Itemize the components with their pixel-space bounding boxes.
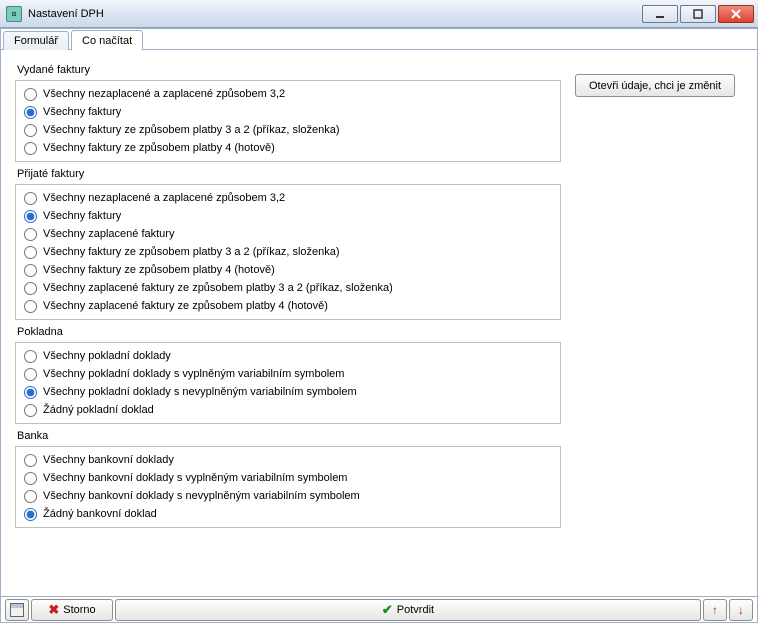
option-label: Všechny zaplacené faktury ze způsobem pl… bbox=[43, 300, 328, 312]
window-title: Nastavení DPH bbox=[28, 8, 104, 20]
option-banka-1[interactable]: Všechny bankovní doklady s vyplněným var… bbox=[16, 469, 560, 487]
radio-vydane-1[interactable] bbox=[24, 106, 37, 119]
option-vydane-3[interactable]: Všechny faktury ze způsobem platby 4 (ho… bbox=[16, 139, 560, 157]
option-prijate-0[interactable]: Všechny nezaplacené a zaplacené způsobem… bbox=[16, 189, 560, 207]
arrow-down-icon: ↓ bbox=[738, 603, 744, 617]
option-label: Všechny faktury ze způsobem platby 3 a 2… bbox=[43, 124, 340, 136]
tabstrip: Formulář Co načítat bbox=[1, 29, 757, 50]
minimize-button[interactable] bbox=[642, 5, 678, 23]
bottombar: ✖ Storno ✔ Potvrdit ↑ ↓ bbox=[1, 596, 757, 622]
option-label: Žádný pokladní doklad bbox=[43, 404, 154, 416]
tab-co-nacitat[interactable]: Co načítat bbox=[71, 30, 143, 50]
option-prijate-4[interactable]: Všechny faktury ze způsobem platby 4 (ho… bbox=[16, 261, 560, 279]
option-label: Všechny nezaplacené a zaplacené způsobem… bbox=[43, 88, 285, 100]
option-banka-3[interactable]: Žádný bankovní doklad bbox=[16, 505, 560, 523]
tab-formular[interactable]: Formulář bbox=[3, 31, 69, 50]
arrow-up-icon: ↑ bbox=[712, 603, 718, 617]
confirm-button[interactable]: ✔ Potvrdit bbox=[115, 599, 701, 621]
radio-pokladna-3[interactable] bbox=[24, 404, 37, 417]
option-label: Všechny faktury bbox=[43, 210, 121, 222]
x-icon: ✖ bbox=[48, 602, 59, 618]
option-label: Všechny faktury ze způsobem platby 4 (ho… bbox=[43, 142, 275, 154]
page-content: Otevři údaje, chci je změnit Vydané fakt… bbox=[1, 50, 757, 596]
group-label-pokladna: Pokladna bbox=[17, 326, 561, 338]
radio-banka-0[interactable] bbox=[24, 454, 37, 467]
option-prijate-3[interactable]: Všechny faktury ze způsobem platby 3 a 2… bbox=[16, 243, 560, 261]
radio-prijate-4[interactable] bbox=[24, 264, 37, 277]
group-box-prijate: Všechny nezaplacené a zaplacené způsobem… bbox=[15, 184, 561, 320]
radio-prijate-1[interactable] bbox=[24, 210, 37, 223]
app-icon: ¤ bbox=[6, 6, 22, 22]
option-prijate-2[interactable]: Všechny zaplacené faktury bbox=[16, 225, 560, 243]
option-prijate-1[interactable]: Všechny faktury bbox=[16, 207, 560, 225]
radio-banka-3[interactable] bbox=[24, 508, 37, 521]
option-label: Všechny bankovní doklady s vyplněným var… bbox=[43, 472, 347, 484]
option-pokladna-2[interactable]: Všechny pokladní doklady s nevyplněným v… bbox=[16, 383, 560, 401]
option-vydane-0[interactable]: Všechny nezaplacené a zaplacené způsobem… bbox=[16, 85, 560, 103]
group-box-banka: Všechny bankovní doklady Všechny bankovní… bbox=[15, 446, 561, 528]
option-pokladna-3[interactable]: Žádný pokladní doklad bbox=[16, 401, 560, 419]
calculator-button[interactable] bbox=[5, 599, 29, 621]
radio-pokladna-0[interactable] bbox=[24, 350, 37, 363]
calculator-icon bbox=[10, 603, 24, 617]
option-label: Žádný bankovní doklad bbox=[43, 508, 157, 520]
storno-button[interactable]: ✖ Storno bbox=[31, 599, 113, 621]
radio-banka-1[interactable] bbox=[24, 472, 37, 485]
option-vydane-1[interactable]: Všechny faktury bbox=[16, 103, 560, 121]
radio-prijate-3[interactable] bbox=[24, 246, 37, 259]
option-label: Všechny bankovní doklady bbox=[43, 454, 174, 466]
storno-label: Storno bbox=[63, 604, 95, 616]
group-label-vydane: Vydané faktury bbox=[17, 64, 561, 76]
group-box-vydane: Všechny nezaplacené a zaplacené způsobem… bbox=[15, 80, 561, 162]
radio-prijate-6[interactable] bbox=[24, 300, 37, 313]
group-label-banka: Banka bbox=[17, 430, 561, 442]
option-label: Všechny nezaplacené a zaplacené způsobem… bbox=[43, 192, 285, 204]
option-label: Všechny faktury bbox=[43, 106, 121, 118]
option-label: Všechny zaplacené faktury ze způsobem pl… bbox=[43, 282, 393, 294]
group-box-pokladna: Všechny pokladní doklady Všechny pokladní… bbox=[15, 342, 561, 424]
radio-prijate-0[interactable] bbox=[24, 192, 37, 205]
close-button[interactable] bbox=[718, 5, 754, 23]
option-label: Všechny bankovní doklady s nevyplněným v… bbox=[43, 490, 360, 502]
confirm-label: Potvrdit bbox=[397, 604, 434, 616]
option-banka-0[interactable]: Všechny bankovní doklady bbox=[16, 451, 560, 469]
radio-prijate-2[interactable] bbox=[24, 228, 37, 241]
option-label: Všechny zaplacené faktury bbox=[43, 228, 174, 240]
option-label: Všechny faktury ze způsobem platby 3 a 2… bbox=[43, 246, 340, 258]
option-pokladna-0[interactable]: Všechny pokladní doklady bbox=[16, 347, 560, 365]
option-banka-2[interactable]: Všechny bankovní doklady s nevyplněným v… bbox=[16, 487, 560, 505]
radio-vydane-0[interactable] bbox=[24, 88, 37, 101]
radio-pokladna-1[interactable] bbox=[24, 368, 37, 381]
option-label: Všechny pokladní doklady s vyplněným var… bbox=[43, 368, 344, 380]
option-label: Všechny pokladní doklady bbox=[43, 350, 171, 362]
move-down-button[interactable]: ↓ bbox=[729, 599, 753, 621]
radio-pokladna-2[interactable] bbox=[24, 386, 37, 399]
titlebar: ¤ Nastavení DPH bbox=[0, 0, 758, 28]
radio-prijate-5[interactable] bbox=[24, 282, 37, 295]
maximize-button[interactable] bbox=[680, 5, 716, 23]
option-vydane-2[interactable]: Všechny faktury ze způsobem platby 3 a 2… bbox=[16, 121, 560, 139]
radio-vydane-3[interactable] bbox=[24, 142, 37, 155]
radio-banka-2[interactable] bbox=[24, 490, 37, 503]
option-pokladna-1[interactable]: Všechny pokladní doklady s vyplněným var… bbox=[16, 365, 560, 383]
option-prijate-5[interactable]: Všechny zaplacené faktury ze způsobem pl… bbox=[16, 279, 560, 297]
check-icon: ✔ bbox=[382, 602, 393, 618]
radio-vydane-2[interactable] bbox=[24, 124, 37, 137]
open-to-edit-button[interactable]: Otevři údaje, chci je změnit bbox=[575, 74, 735, 97]
group-label-prijate: Přijaté faktury bbox=[17, 168, 561, 180]
move-up-button[interactable]: ↑ bbox=[703, 599, 727, 621]
option-label: Všechny faktury ze způsobem platby 4 (ho… bbox=[43, 264, 275, 276]
option-prijate-6[interactable]: Všechny zaplacené faktury ze způsobem pl… bbox=[16, 297, 560, 315]
option-label: Všechny pokladní doklady s nevyplněným v… bbox=[43, 386, 357, 398]
